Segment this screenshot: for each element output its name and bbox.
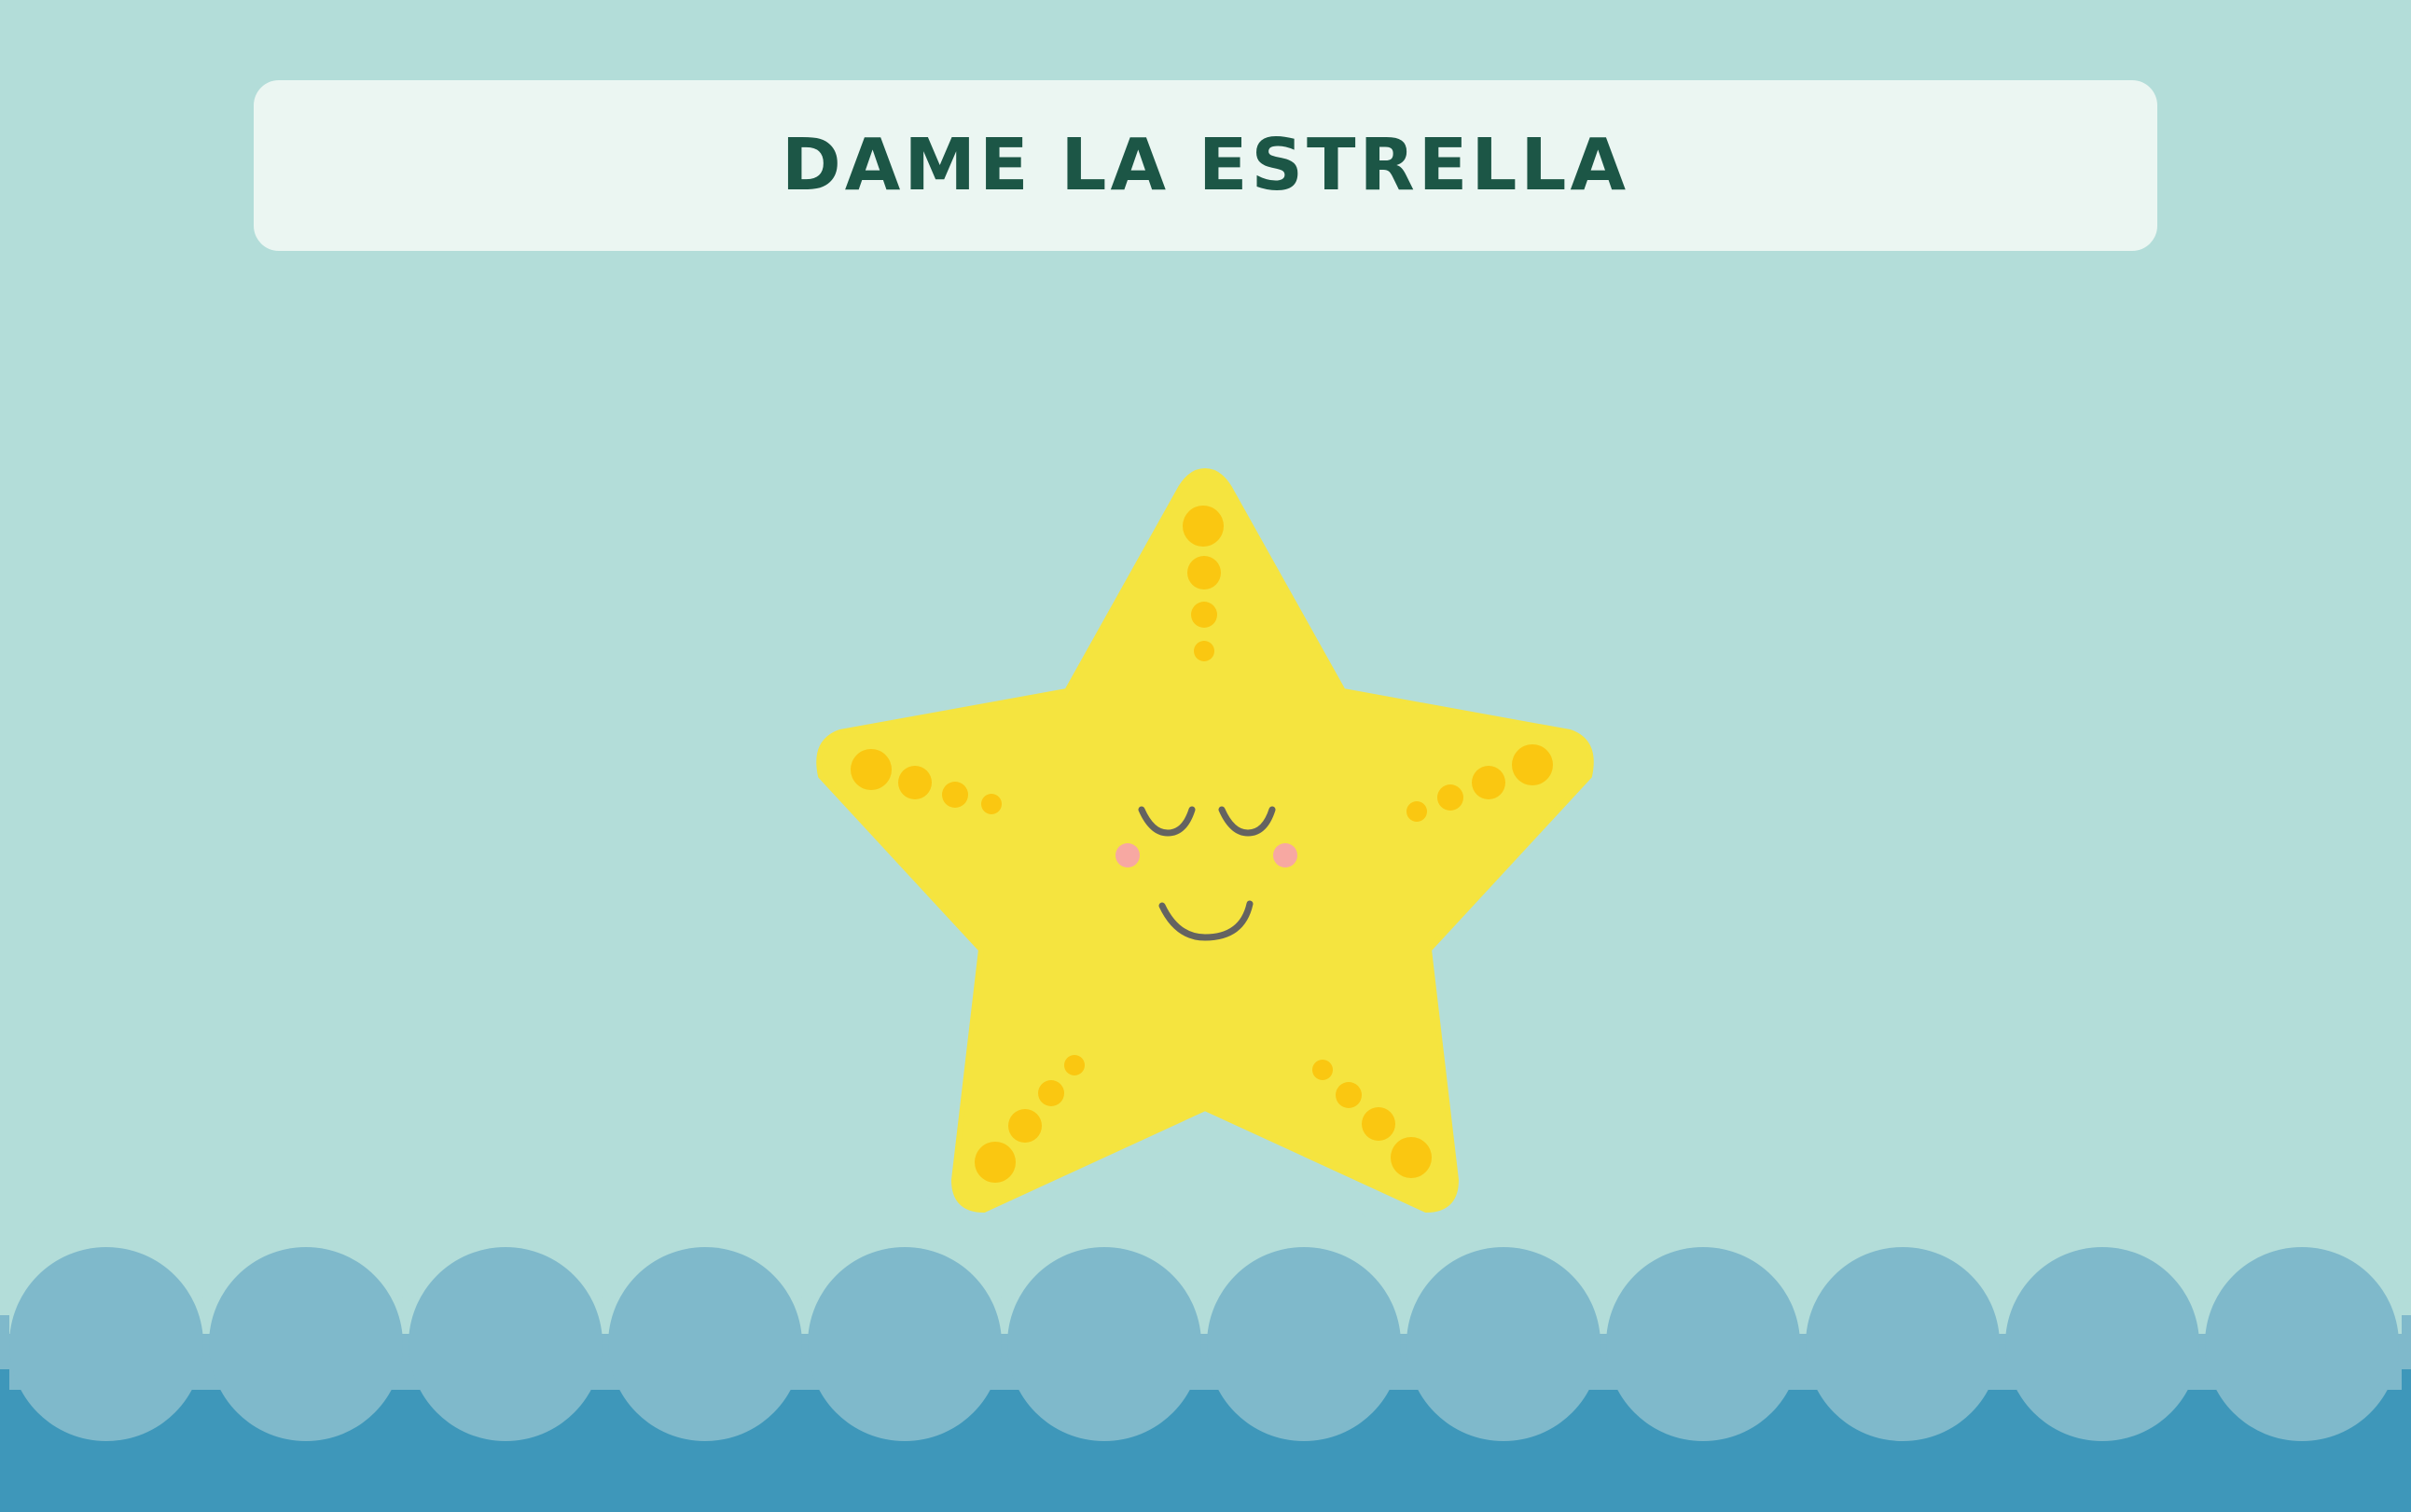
game-stage: DAME LA ESTRELLA	[0, 0, 2411, 1512]
page-title: DAME LA ESTRELLA	[781, 124, 1630, 207]
water-right-edge-deep	[2402, 1369, 2411, 1512]
title-banner: DAME LA ESTRELLA	[254, 80, 2157, 251]
water-left-edge-deep	[0, 1369, 9, 1512]
